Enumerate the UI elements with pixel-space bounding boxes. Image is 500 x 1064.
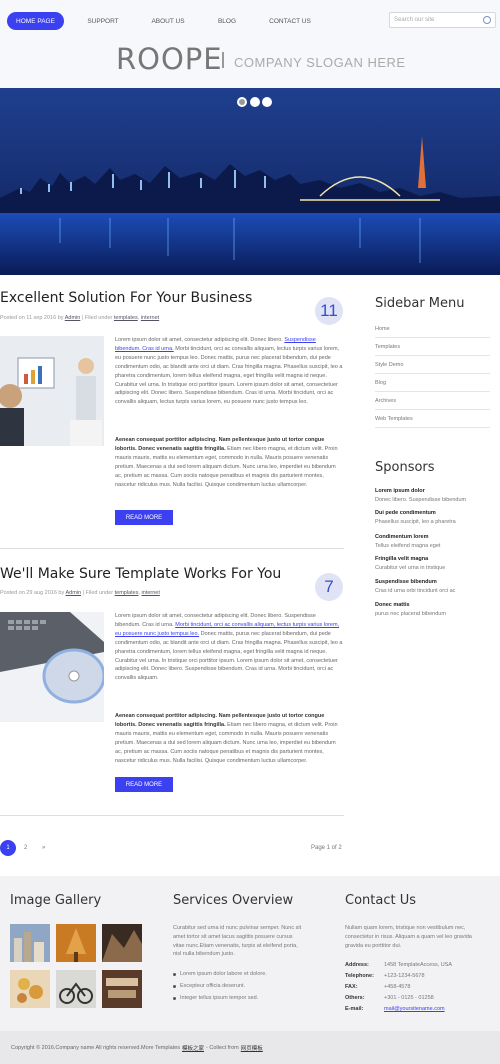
fax-label: FAX: (345, 984, 358, 990)
post-excerpt: Lorem ipsum dolor sit amet, consectetur … (115, 613, 343, 682)
others-value: +301 - 0125 - 01258 (384, 995, 434, 1001)
page-1-button[interactable]: 1 (0, 840, 16, 856)
post-divider (0, 548, 344, 549)
nav-blog[interactable]: BLOG (205, 12, 249, 30)
sidebar-item-home[interactable]: Home (375, 320, 490, 338)
search-input[interactable]: Search our site (389, 12, 496, 28)
address-label: Address: (345, 962, 369, 968)
fax-value: +458-4578 (384, 984, 411, 990)
site-logo[interactable]: ROOPE (116, 42, 223, 76)
sponsor-desc: Tellus eleifend magna eget (375, 543, 441, 549)
read-more-button[interactable]: READ MORE (115, 777, 173, 792)
hero-slider-image (0, 88, 500, 275)
nav-support[interactable]: SUPPORT (80, 12, 126, 30)
nav-home[interactable]: HOME PAGE (7, 12, 64, 30)
sidebar-item-web-templates[interactable]: Web Templates (375, 410, 490, 428)
services-title: Services Overview (173, 893, 294, 908)
gallery-title: Image Gallery (10, 893, 102, 908)
sidebar-menu-title: Sidebar Menu (375, 296, 465, 311)
webpage-templates-link[interactable]: 网页模板 (241, 1044, 263, 1052)
sponsor-desc: Curabitur vel urna in tristique (375, 565, 446, 571)
post-excerpt-2: Aenean consequat porttitor adipiscing. N… (115, 437, 338, 488)
templates-link[interactable]: 模板之家 (182, 1044, 204, 1052)
services-list-item: Integer tellus ipsum tempor sed. (173, 995, 258, 1001)
post-title[interactable]: We'll Make Sure Template Works For You (0, 566, 281, 582)
sponsor-title[interactable]: Dui pede condimentum (375, 510, 436, 516)
contact-text: Nullam quam lorem, tristique non vestibu… (345, 925, 472, 949)
sponsor-title[interactable]: Lorem ipsum dolor (375, 488, 425, 494)
slider-dot-1[interactable] (237, 97, 247, 107)
email-label: E-mail: (345, 1006, 364, 1012)
post-divider (0, 815, 344, 816)
slider-dot-3[interactable] (262, 97, 272, 107)
category-link[interactable]: templates (115, 590, 139, 596)
address-value: 1458 TemplateAccess, USA (384, 962, 453, 968)
sponsor-title[interactable]: Condimentum lorem (375, 534, 428, 540)
next-page-link[interactable]: » (42, 845, 45, 851)
read-more-button[interactable]: READ MORE (115, 510, 173, 525)
author-link[interactable]: Admin (65, 315, 81, 321)
sponsor-desc: Phasellus suscipit, leo a pharetra (375, 519, 456, 525)
services-list-item: Lorem ipsum dolor labore et dolore. (173, 971, 267, 977)
sidebar-item-templates[interactable]: Templates (375, 338, 490, 356)
copyright-text: Copyright © 2016.Company name All rights… (11, 1044, 181, 1051)
telephone-value: +123-1234-5678 (384, 973, 425, 979)
page-2-link[interactable]: 2 (24, 845, 27, 851)
post-date-badge: 11 (315, 297, 343, 325)
copyright-bar: Copyright © 2016.Company name All rights… (0, 1031, 500, 1064)
sidebar-item-archives[interactable]: Archives (375, 392, 490, 410)
sponsors-title: Sponsors (375, 460, 435, 475)
gallery-thumb-autumn[interactable] (56, 924, 96, 962)
nav-contact[interactable]: CONTACT US (262, 12, 318, 30)
category-link[interactable]: internet (141, 315, 159, 321)
sidebar-item-blog[interactable]: Blog (375, 374, 490, 392)
category-link[interactable]: internet (142, 590, 160, 596)
gallery-thumb-flowers[interactable] (10, 970, 50, 1008)
gallery-thumb-city[interactable] (10, 924, 50, 962)
post-title[interactable]: Excellent Solution For Your Business (0, 290, 252, 306)
post-excerpt: Lorem ipsum dolor sit amet, consectetur … (115, 337, 343, 406)
copyright-mid: - Collect from (206, 1044, 239, 1051)
gallery-thumb-cliff[interactable] (102, 924, 142, 962)
services-text: Curabitur sed urna id nunc pulvinar semp… (173, 925, 302, 958)
email-link[interactable]: mail@yoursitename.com (384, 1006, 445, 1012)
slider-dot-2[interactable] (250, 97, 260, 107)
category-link[interactable]: templates (114, 315, 138, 321)
search-icon[interactable] (483, 16, 491, 24)
gallery-thumb-velvet[interactable] (102, 970, 142, 1008)
sidebar-item-style-demo[interactable]: Style Demo (375, 356, 490, 374)
post-image-office (0, 336, 104, 446)
site-slogan: COMPANY SLOGAN HERE (234, 55, 406, 70)
post-image-laptop-disc (0, 612, 104, 722)
services-list-item: Excepteur officia deserunt. (173, 983, 245, 989)
search-placeholder: Search our site (394, 17, 435, 23)
page-info: Page 1 of 2 (311, 845, 342, 851)
author-link[interactable]: Admin (65, 590, 81, 596)
post-meta: Posted on 29 aug 2016 by Admin | Filed u… (0, 590, 160, 596)
gallery-thumb-bike[interactable] (56, 970, 96, 1008)
post-meta: Posted on 11 sep 2016 by Admin | Filed u… (0, 315, 160, 321)
logo-divider (222, 52, 224, 68)
sponsor-title[interactable]: Suspendisse bibendum (375, 579, 437, 585)
post-date-badge: 7 (315, 573, 343, 601)
post-excerpt-2: Aenean consequat porttitor adipiscing. N… (115, 713, 338, 764)
sponsor-desc: Cras id urna orbi tincidunt orci ac (375, 588, 456, 594)
sponsor-title[interactable]: Donec mattis (375, 602, 410, 608)
nav-about[interactable]: ABOUT US (145, 12, 191, 30)
others-label: Others: (345, 995, 365, 1001)
contact-title: Contact Us (345, 893, 416, 908)
sponsor-title[interactable]: Fringilla velit magna (375, 556, 428, 562)
sponsor-desc: purus nec placerat bibendum (375, 611, 446, 617)
sponsor-desc: Donec libero. Suspendisse bibendum (375, 497, 467, 503)
telephone-label: Telephone: (345, 973, 374, 979)
